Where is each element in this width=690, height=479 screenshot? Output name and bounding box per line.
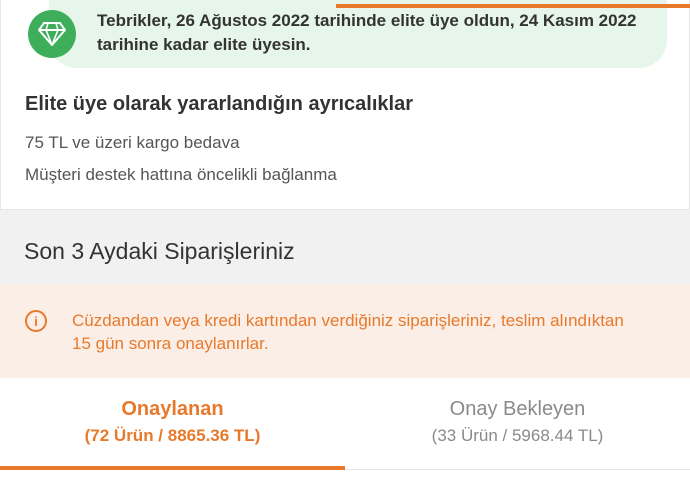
benefit-item: Müşteri destek hattına öncelikli bağlanm… [25, 165, 337, 184]
info-text: Cüzdandan veya kredi kartından verdiğini… [72, 311, 624, 353]
tabs-divider [345, 469, 690, 470]
benefits-title: Elite üye olarak yararlandığın ayrıcalık… [25, 93, 413, 115]
tab-label: Onay Bekleyen [449, 398, 586, 420]
tab-pending[interactable]: Onay Bekleyen (33 Ürün / 5968.44 TL) [345, 378, 690, 470]
congrats-banner: Tebrikler, 26 Ağustos 2022 tarihinde eli… [49, 0, 667, 68]
active-tab-indicator [0, 466, 345, 470]
congrats-text: Tebrikler, 26 Ağustos 2022 tarihinde eli… [97, 11, 637, 54]
tab-label: Onaylanan [121, 398, 224, 420]
diamond-icon [28, 10, 76, 58]
info-notice: i Cüzdandan veya kredi kartından verdiği… [0, 284, 690, 378]
elite-card: Tebrikler, 26 Ağustos 2022 tarihinde eli… [0, 0, 690, 210]
tab-approved[interactable]: Onaylanan (72 Ürün / 8865.36 TL) [0, 378, 345, 470]
top-accent-bar [336, 4, 690, 8]
order-status-tabs: Onaylanan (72 Ürün / 8865.36 TL) Onay Be… [0, 378, 690, 479]
orders-section-title: Son 3 Aydaki Siparişleriniz [24, 238, 295, 264]
info-icon: i [25, 310, 47, 332]
benefit-item: 75 TL ve üzeri kargo bedava [25, 133, 240, 152]
tab-count: (33 Ürün / 5968.44 TL) [431, 426, 604, 445]
tab-count: (72 Ürün / 8865.36 TL) [84, 426, 261, 445]
